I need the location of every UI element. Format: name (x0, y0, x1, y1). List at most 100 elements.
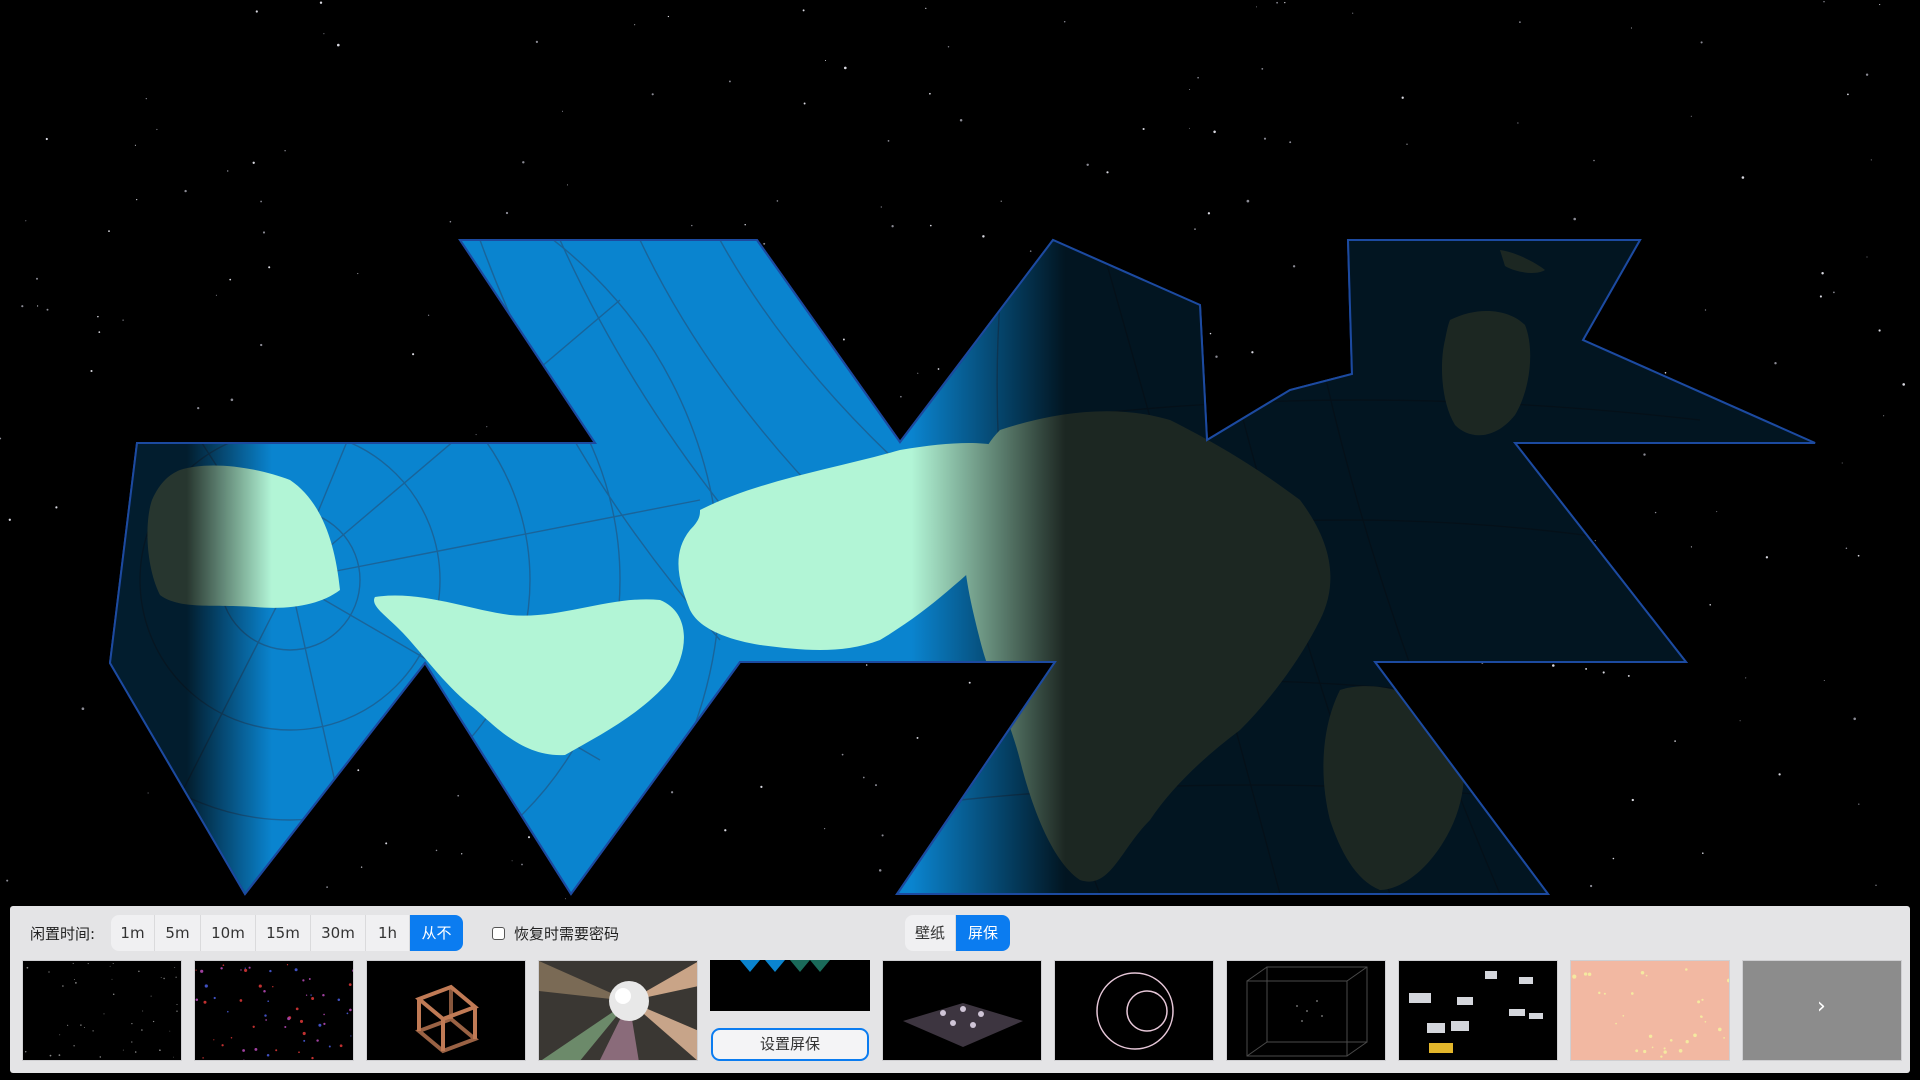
password-checkbox[interactable] (492, 927, 505, 940)
star (200, 969, 204, 973)
world-map-thumbnail[interactable] (710, 960, 870, 1011)
star (982, 235, 985, 238)
star (269, 969, 272, 973)
star (348, 983, 352, 986)
star (1853, 717, 1856, 721)
star (1086, 163, 1089, 167)
star (1845, 547, 1848, 550)
star (449, 220, 452, 223)
chevron-right-icon[interactable]: › (1817, 994, 1826, 1019)
star (1594, 540, 1596, 542)
star (1774, 362, 1777, 365)
tab-wallpaper[interactable]: 壁纸 (905, 915, 956, 951)
star (215, 294, 217, 296)
star (1063, 20, 1066, 23)
star (252, 1025, 255, 1028)
star (1188, 127, 1190, 129)
star (929, 224, 932, 227)
star (263, 990, 266, 993)
star (254, 1047, 258, 1051)
star (527, 836, 531, 839)
password-option[interactable]: 恢复时需要密码 (492, 923, 619, 944)
star (1593, 159, 1595, 162)
set-screensaver-button[interactable]: 设置屏保 (711, 1028, 869, 1061)
star (1690, 546, 1692, 548)
wire-cube-thumbnail[interactable] (366, 960, 526, 1061)
starfield-thumbnail[interactable] (22, 960, 182, 1061)
star (229, 278, 232, 281)
star (1189, 88, 1191, 91)
light-beams-ball-thumbnail[interactable] (538, 960, 698, 1061)
star (303, 1039, 306, 1042)
star (213, 1039, 215, 1041)
star (1902, 383, 1906, 386)
star (427, 314, 430, 316)
star (1292, 265, 1296, 268)
star (1589, 884, 1593, 888)
star (1251, 351, 1254, 354)
star (1841, 462, 1843, 464)
peach-dots-thumbnail[interactable] (1570, 960, 1730, 1061)
idle-option-1h[interactable]: 1h (366, 915, 410, 951)
star (73, 1045, 75, 1047)
star (1847, 93, 1849, 96)
star (1645, 974, 1648, 977)
pink-rings-thumbnail[interactable] (1054, 960, 1214, 1061)
star (724, 829, 727, 832)
star (302, 979, 305, 982)
star (272, 986, 274, 988)
star (1572, 974, 1577, 979)
star (175, 976, 177, 978)
star (1866, 256, 1868, 258)
star (308, 978, 311, 980)
particle-sphere-thumbnail[interactable] (194, 960, 354, 1061)
star (145, 97, 147, 100)
idle-option-15m[interactable]: 15m (256, 915, 311, 951)
star (92, 1030, 94, 1032)
star (1615, 1022, 1617, 1025)
star (204, 984, 208, 988)
idle-option-5m[interactable]: 5m (155, 915, 201, 951)
star (80, 1024, 82, 1026)
star (294, 968, 298, 972)
star (287, 1017, 291, 1021)
star (1654, 511, 1657, 514)
spaceships-thumbnail[interactable] (1398, 960, 1558, 1061)
idle-option-10m[interactable]: 10m (201, 915, 256, 951)
star (150, 995, 152, 997)
star (108, 230, 110, 233)
night-shadow (108, 238, 1816, 896)
tab-screensaver[interactable]: 屏保 (956, 915, 1010, 951)
star (841, 753, 844, 756)
idle-option-30m[interactable]: 30m (311, 915, 366, 951)
star (634, 24, 636, 26)
star (475, 434, 477, 436)
star (316, 1039, 319, 1042)
star (1726, 978, 1729, 983)
star (176, 1010, 178, 1012)
star (1602, 671, 1605, 674)
grid-plane-thumbnail[interactable] (882, 960, 1042, 1061)
star (412, 353, 415, 356)
star (1685, 1040, 1689, 1044)
star (230, 398, 234, 402)
star (248, 966, 251, 969)
idle-option-never[interactable]: 从不 (410, 915, 463, 951)
star (242, 1049, 245, 1052)
star (240, 969, 242, 971)
star (6, 879, 9, 882)
password-label: 恢复时需要密码 (514, 925, 620, 943)
idle-option-1m[interactable]: 1m (111, 915, 155, 951)
star (875, 784, 877, 787)
more-thumbnail[interactable]: › (1742, 960, 1902, 1061)
star (1612, 857, 1615, 860)
star (1823, 0, 1825, 3)
star (1573, 217, 1576, 221)
star (1693, 1033, 1697, 1038)
star (691, 224, 693, 227)
star (90, 369, 93, 373)
dot-cube-thumbnail[interactable] (1226, 960, 1386, 1061)
star (1723, 1037, 1725, 1039)
star (1819, 295, 1822, 298)
star (1352, 12, 1354, 14)
